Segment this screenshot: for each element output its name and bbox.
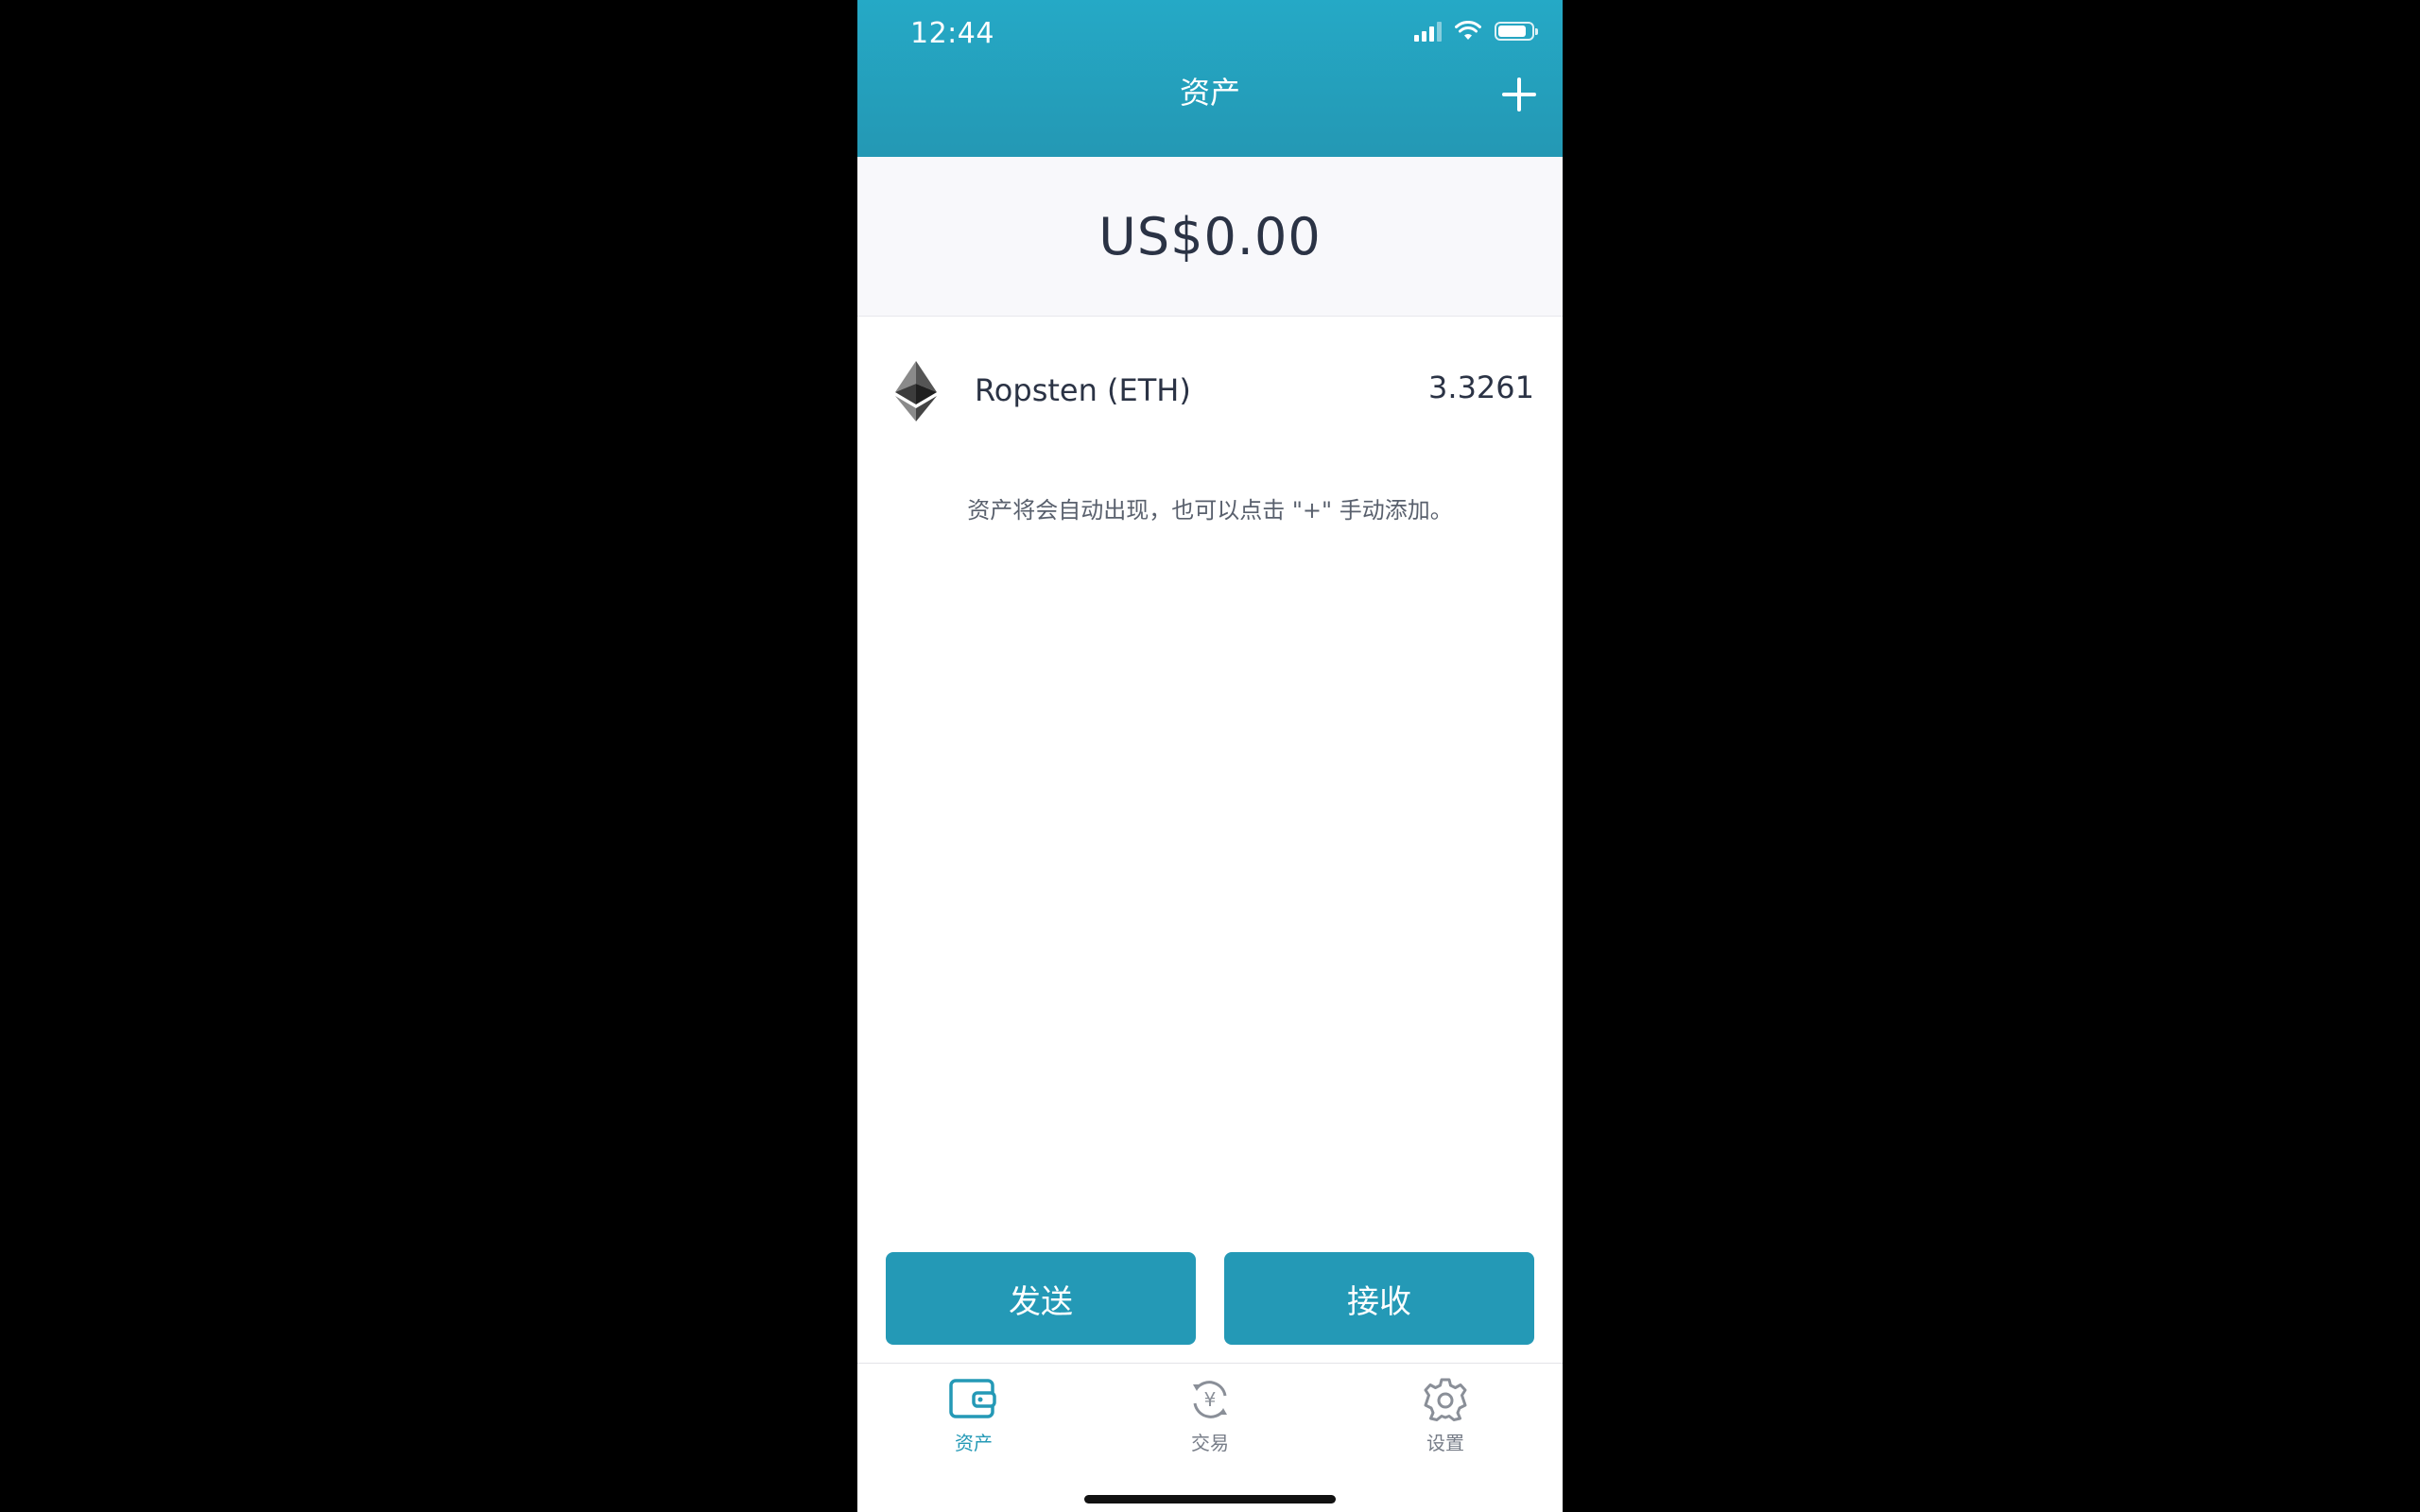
tab-trade[interactable]: ¥ 交易 — [1153, 1377, 1267, 1481]
exchange-icon: ¥ — [1193, 1381, 1227, 1418]
send-button[interactable]: 发送 — [886, 1252, 1196, 1345]
ethereum-icon — [895, 361, 937, 421]
phone-screen: 12:44 资产 US$0.00 Ropsten (ETH) 3.3261 资产… — [857, 0, 1563, 1512]
wallet-icon — [949, 1379, 996, 1418]
gear-icon — [1424, 1378, 1467, 1421]
battery-fill — [1498, 26, 1526, 37]
wifi-icon — [1455, 21, 1481, 40]
page-title: 资产 — [1179, 75, 1240, 111]
svg-text:¥: ¥ — [1204, 1388, 1217, 1411]
asset-row-eth[interactable]: Ropsten (ETH) 3.3261 — [857, 340, 1563, 444]
add-asset-hint: 资产将会自动出现，也可以点击 "+" 手动添加。 — [967, 497, 1453, 524]
asset-name: Ropsten (ETH) — [975, 372, 1191, 408]
tab-settings-label: 设置 — [1426, 1432, 1464, 1454]
status-time: 12:44 — [910, 17, 994, 50]
tab-settings[interactable]: 设置 — [1389, 1377, 1502, 1481]
battery-icon — [1495, 22, 1538, 41]
status-icons — [1414, 21, 1538, 42]
tab-bar: 资产 ¥ 交易 设置 — [857, 1363, 1563, 1512]
tab-assets[interactable]: 资产 — [917, 1377, 1030, 1481]
receive-button[interactable]: 接收 — [1224, 1252, 1534, 1345]
signal-icon — [1414, 21, 1442, 42]
home-indicator — [1084, 1495, 1336, 1503]
total-balance: US$0.00 — [1098, 206, 1322, 266]
total-balance-section: US$0.00 — [857, 157, 1563, 317]
app-header: 12:44 资产 — [857, 0, 1563, 157]
tab-trade-label: 交易 — [1191, 1432, 1229, 1454]
tab-assets-label: 资产 — [955, 1432, 993, 1454]
asset-amount: 3.3261 — [1428, 369, 1534, 405]
add-asset-button plus-icon[interactable] — [1500, 76, 1538, 113]
